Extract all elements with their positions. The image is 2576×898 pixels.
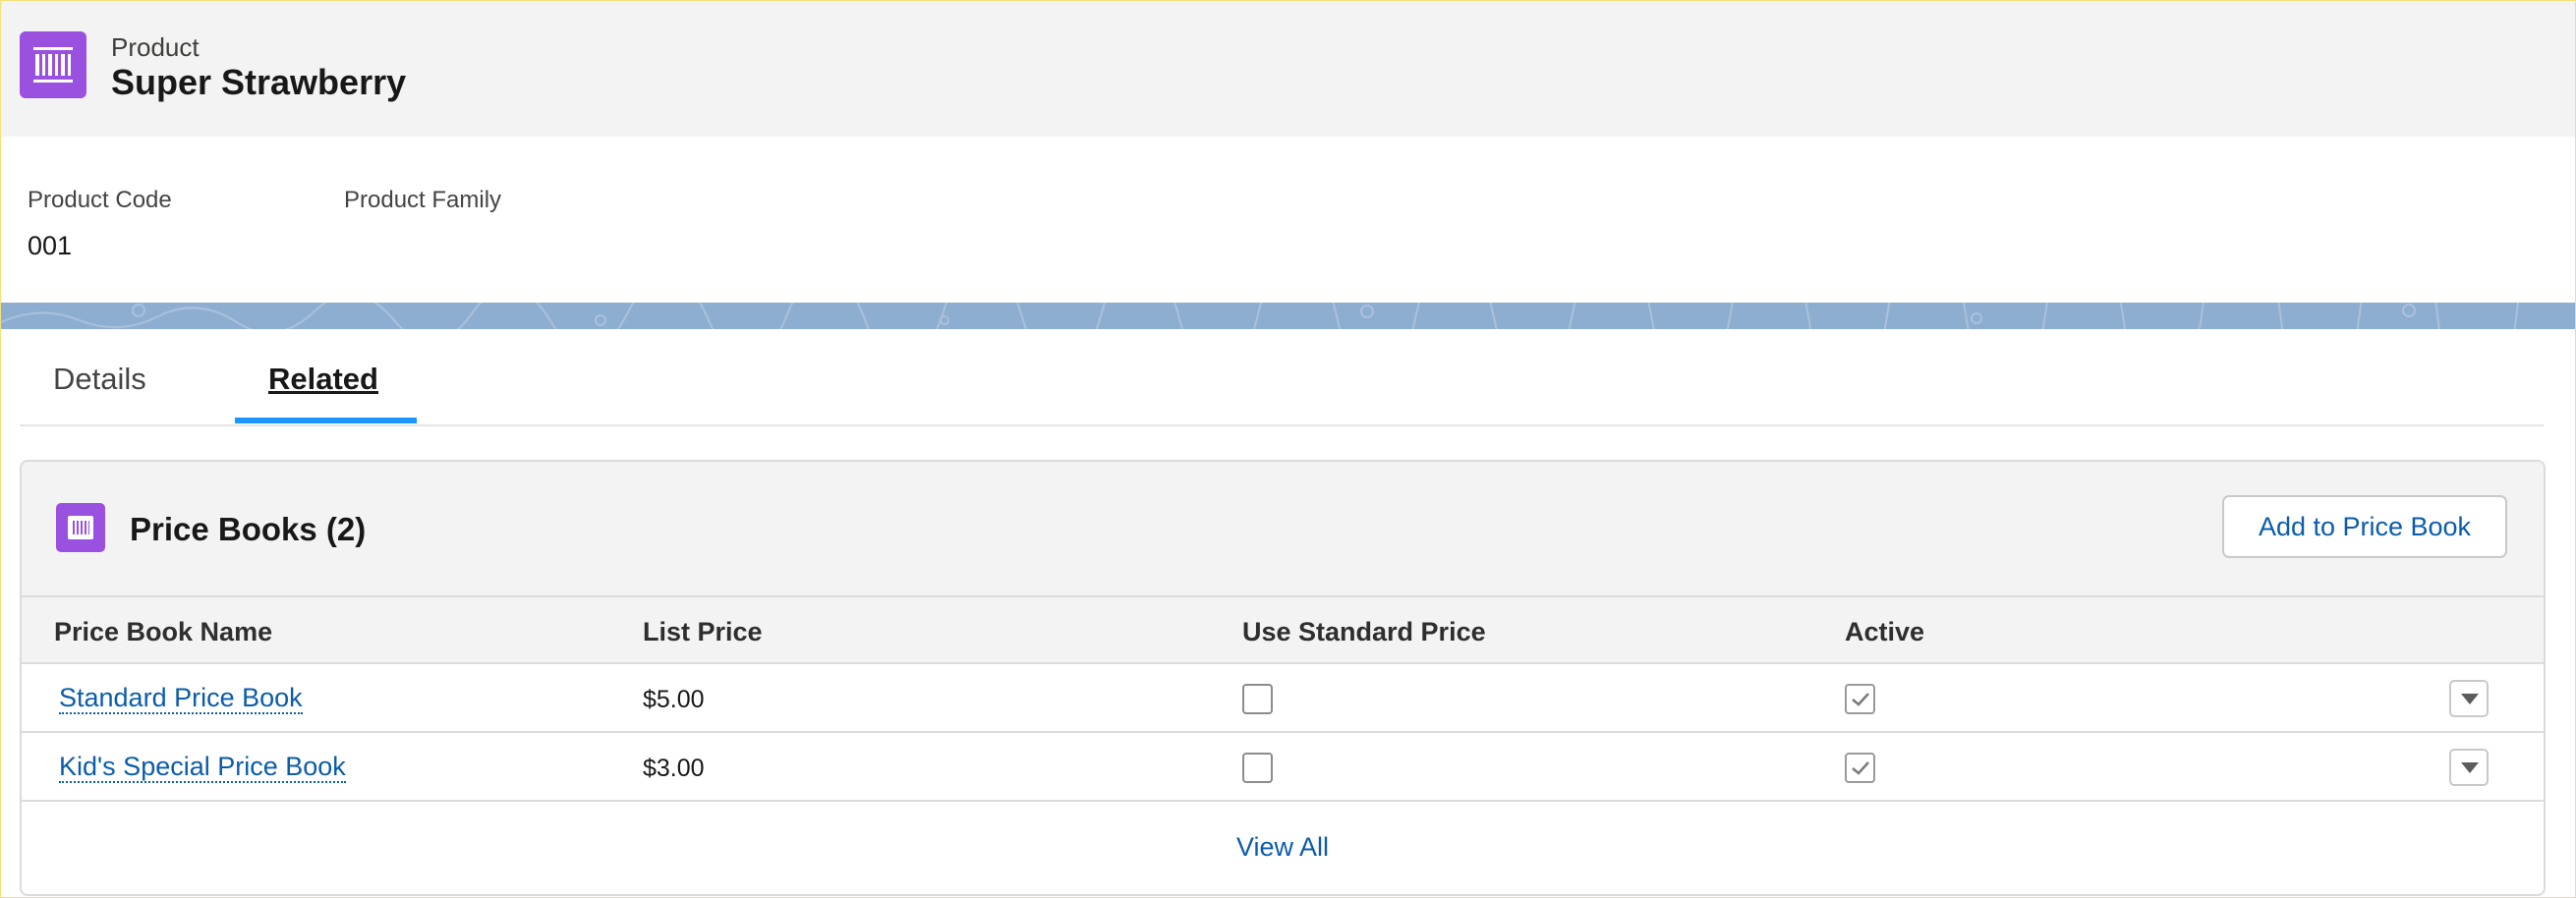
row-actions-button[interactable] bbox=[2449, 749, 2489, 786]
view-all-footer: View All bbox=[22, 802, 2544, 892]
column-header-active[interactable]: Active bbox=[1845, 617, 1924, 647]
column-header-price-book-name[interactable]: Price Book Name bbox=[54, 617, 272, 647]
view-all-link[interactable]: View All bbox=[1236, 832, 1329, 863]
column-header-use-standard-price[interactable]: Use Standard Price bbox=[1242, 617, 1486, 647]
price-book-link[interactable]: Kid's Special Price Book bbox=[59, 752, 346, 783]
chevron-down-icon bbox=[2461, 694, 2479, 704]
table-row: Standard Price Book $5.00 bbox=[22, 664, 2544, 733]
product-barcode-icon bbox=[20, 31, 86, 98]
product-code-value: 001 bbox=[28, 231, 73, 260]
table-header: Price Book Name List Price Use Standard … bbox=[22, 597, 2544, 664]
price-books-card: Price Books (2) Add to Price Book Price … bbox=[20, 460, 2546, 896]
active-checkbox bbox=[1845, 684, 1875, 714]
active-checkbox bbox=[1845, 753, 1875, 783]
product-family-label: Product Family bbox=[344, 187, 502, 213]
use-standard-price-checkbox bbox=[1242, 684, 1273, 714]
decorative-band bbox=[1, 303, 2575, 329]
checkmark-icon bbox=[1852, 761, 1869, 775]
record-header: Product Super Strawberry bbox=[1, 1, 2575, 137]
price-book-link[interactable]: Standard Price Book bbox=[59, 683, 303, 714]
card-header: Price Books (2) Add to Price Book bbox=[22, 462, 2544, 597]
chevron-down-icon bbox=[2461, 762, 2479, 773]
tab-details[interactable]: Details bbox=[53, 362, 146, 397]
checkmark-icon bbox=[1852, 693, 1869, 706]
table-row: Kid's Special Price Book $3.00 bbox=[22, 733, 2544, 802]
object-type-label: Product bbox=[111, 32, 200, 62]
use-standard-price-checkbox bbox=[1242, 753, 1273, 783]
tab-related[interactable]: Related bbox=[268, 362, 378, 397]
list-price-value: $3.00 bbox=[643, 755, 705, 782]
tab-divider bbox=[20, 424, 2544, 426]
list-price-value: $5.00 bbox=[643, 686, 705, 713]
active-tab-indicator bbox=[235, 418, 417, 423]
add-to-price-book-button[interactable]: Add to Price Book bbox=[2222, 495, 2507, 558]
record-title: Super Strawberry bbox=[111, 62, 407, 102]
pricebook-icon bbox=[56, 503, 105, 552]
row-actions-button[interactable] bbox=[2449, 680, 2489, 717]
card-title[interactable]: Price Books (2) bbox=[130, 511, 366, 548]
column-header-list-price[interactable]: List Price bbox=[643, 617, 763, 647]
product-code-label: Product Code bbox=[28, 187, 172, 213]
